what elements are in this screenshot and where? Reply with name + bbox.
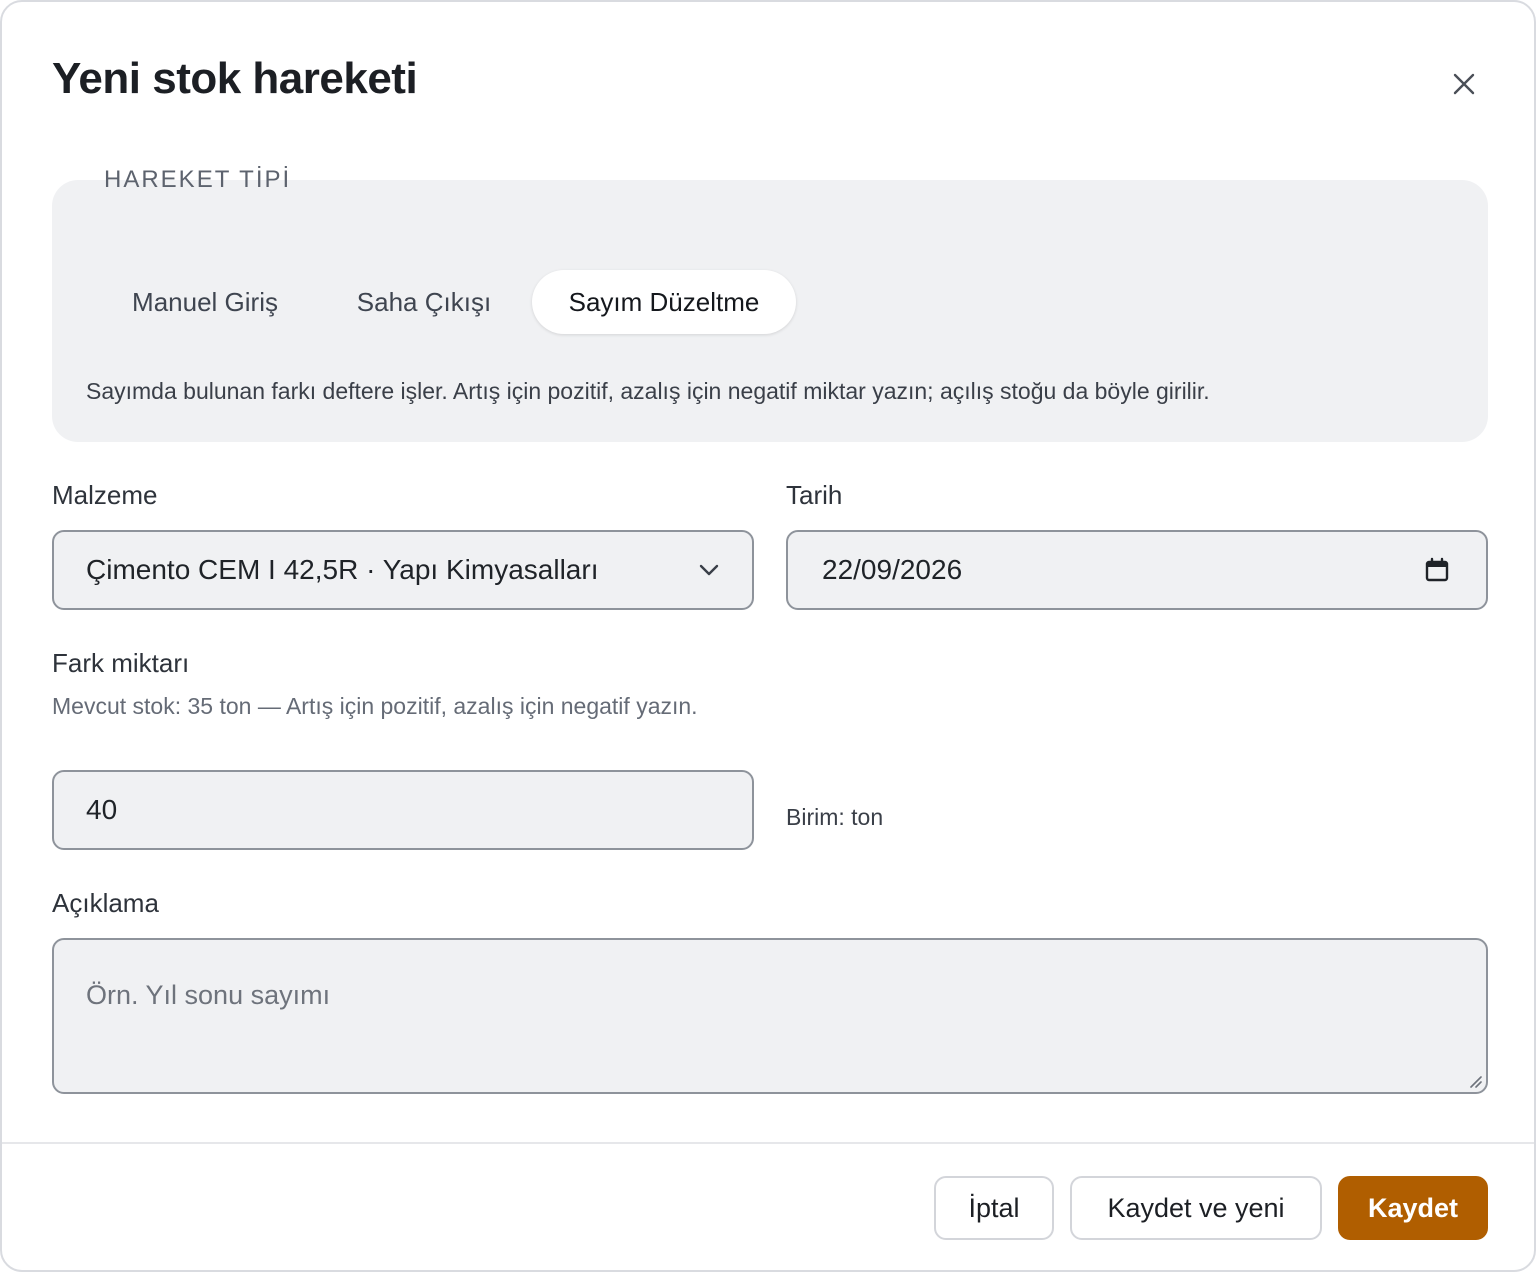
unit-text: Birim: ton [786, 804, 884, 830]
save-and-new-button[interactable]: Kaydet ve yeni [1070, 1176, 1322, 1240]
save-button[interactable]: Kaydet [1338, 1176, 1488, 1240]
cancel-button[interactable]: İptal [934, 1176, 1054, 1240]
material-label: Malzeme [52, 480, 158, 510]
dialog-title: Yeni stok hareketi [52, 54, 418, 103]
segment-site-exit[interactable]: Saha Çıkışı [328, 270, 520, 334]
difference-hint: Mevcut stok: 35 ton — Artış için pozitif… [52, 693, 698, 719]
movement-type-legend: HAREKET TİPİ [104, 166, 292, 193]
material-select[interactable]: Çimento CEM I 42,5R · Yapı Kimyasalları [52, 530, 754, 610]
chevron-down-icon [698, 563, 720, 577]
close-button[interactable] [1440, 60, 1488, 108]
difference-input[interactable]: 40 [52, 770, 754, 850]
date-input[interactable]: 22/09/2026 [786, 530, 1488, 610]
movement-type-description: Sayımda bulunan farkı deftere işler. Art… [86, 378, 1210, 404]
calendar-icon[interactable] [1424, 557, 1450, 583]
segment-manual-entry[interactable]: Manuel Giriş [98, 270, 312, 334]
description-placeholder: Örn. Yıl sonu sayımı [86, 980, 331, 1010]
description-label: Açıklama [52, 888, 159, 918]
footer-divider [2, 1142, 1534, 1144]
date-label: Tarih [786, 480, 843, 510]
difference-label: Fark miktarı [52, 648, 190, 678]
difference-input-value: 40 [86, 794, 118, 825]
stock-movement-dialog: Yeni stok hareketi HAREKET TİPİ Manuel G… [0, 0, 1536, 1272]
close-icon [1453, 73, 1475, 95]
material-select-value: Çimento CEM I 42,5R · Yapı Kimyasalları [86, 554, 599, 585]
resize-handle-icon[interactable] [1466, 1072, 1482, 1088]
segment-count-correction[interactable]: Sayım Düzeltme [532, 270, 796, 334]
description-textarea[interactable]: Örn. Yıl sonu sayımı [52, 938, 1488, 1094]
date-input-value: 22/09/2026 [822, 554, 963, 585]
